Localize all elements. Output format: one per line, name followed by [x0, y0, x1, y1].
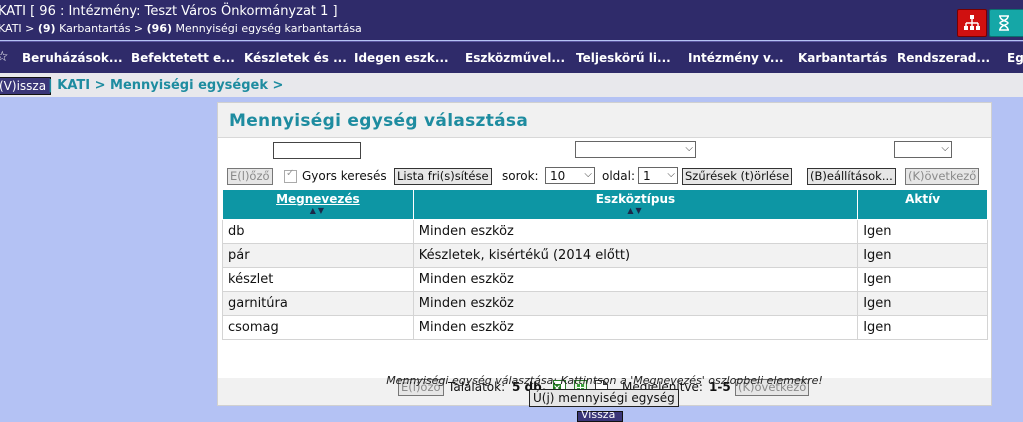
- chevron-down-icon: ⌵: [941, 143, 949, 154]
- active-filter-select[interactable]: ⌵: [894, 141, 952, 158]
- clear-filters-button[interactable]: Szűrések (t)örlése: [682, 168, 793, 185]
- column-header-name[interactable]: Megnevezés ▲▼: [222, 189, 414, 220]
- sitemap-button[interactable]: [957, 9, 987, 37]
- app-title: KATI [ 96 : Intézmény: Teszt Város Önkor…: [0, 4, 338, 19]
- column-header-type[interactable]: Eszköztípus ▲▼: [412, 189, 859, 220]
- cell-name[interactable]: db: [222, 219, 414, 244]
- quick-search-checkbox[interactable]: [284, 168, 297, 183]
- bottom-back-button[interactable]: Vissza: [577, 409, 623, 422]
- chevron-down-icon: ⌵: [667, 169, 675, 180]
- menu-item-rendszeradat[interactable]: Rendszerad...: [897, 51, 990, 65]
- cell-active: Igen: [857, 219, 988, 244]
- menu-item-keszletek[interactable]: Készletek és ...: [244, 51, 347, 65]
- table-row: készlet Minden eszköz Igen: [222, 267, 988, 292]
- cell-type: Készletek, kisértékű (2014 előtt): [412, 243, 859, 268]
- cell-active: Igen: [857, 267, 988, 292]
- sort-arrows-icon[interactable]: ▲▼: [224, 207, 412, 215]
- menu-item-idegen[interactable]: Idegen eszk...: [354, 51, 449, 65]
- cell-name[interactable]: csomag: [222, 315, 414, 340]
- sitemap-icon: [964, 15, 980, 30]
- name-filter-input[interactable]: [273, 142, 361, 159]
- cell-name[interactable]: készlet: [222, 267, 414, 292]
- hourglass-button[interactable]: [989, 9, 1023, 37]
- menu-item-teljeskoru[interactable]: Teljeskörű li...: [576, 51, 671, 65]
- rows-label: sorok:: [502, 169, 539, 183]
- menu-item-intezmeny[interactable]: Intézmény v...: [688, 51, 784, 65]
- quick-search-label: Gyors keresés: [302, 169, 387, 183]
- grid-toolbar: E(l)őző Gyors keresés Lista fri(s)sítése…: [218, 166, 991, 186]
- cell-name[interactable]: garnitúra: [222, 291, 414, 316]
- menu-item-karbantartas[interactable]: Karbantartás: [798, 51, 887, 65]
- app-header: KATI [ 96 : Intézmény: Teszt Város Önkor…: [0, 0, 1023, 40]
- cell-name[interactable]: pár: [222, 243, 414, 268]
- new-unit-button[interactable]: Ú(j) mennyiségi egység: [529, 389, 679, 407]
- table-row: csomag Minden eszköz Igen: [222, 315, 988, 340]
- menu-item-befektetett[interactable]: Befektetett e...: [131, 51, 235, 65]
- cell-type: Minden eszköz: [412, 291, 859, 316]
- type-filter-select[interactable]: ⌵: [575, 141, 696, 158]
- cell-type: Minden eszköz: [412, 315, 859, 340]
- cell-active: Igen: [857, 291, 988, 316]
- cell-type: Minden eszköz: [412, 267, 859, 292]
- page-label: oldal:: [602, 169, 636, 183]
- next-page-button[interactable]: (K)övetkező: [905, 168, 980, 185]
- main-menu: ☆ Beruházások... Befektetett e... Készle…: [0, 41, 1023, 73]
- selection-panel: Mennyiségi egység választása ⌵ ⌵ E(l)őző…: [217, 102, 992, 407]
- hourglass-icon: [999, 15, 1009, 31]
- chevron-down-icon: ⌵: [685, 143, 693, 154]
- page-title: Mennyiségi egység választása: [229, 111, 529, 131]
- rows-select[interactable]: 10 ⌵: [545, 167, 595, 184]
- cell-active: Igen: [857, 315, 988, 340]
- menu-item-eszkozmuvel[interactable]: Eszközművel...: [465, 51, 565, 65]
- table-row: db Minden eszköz Igen: [222, 219, 988, 244]
- menu-item-more[interactable]: Eg: [1007, 51, 1023, 65]
- table-row: garnitúra Minden eszköz Igen: [222, 291, 988, 316]
- table-row: pár Készletek, kisértékű (2014 előtt) Ig…: [222, 243, 988, 268]
- sort-arrows-icon[interactable]: ▲▼: [415, 207, 856, 215]
- units-table: Megnevezés ▲▼ Eszköztípus ▲▼ Aktív db Mind…: [222, 189, 988, 340]
- column-header-active: Aktív: [857, 189, 988, 220]
- header-path: KATI > (9) Karbantartás > (96) Mennyiség…: [0, 22, 362, 35]
- refresh-list-button[interactable]: Lista fri(s)sítése: [394, 168, 492, 185]
- menu-item-beruhazasok[interactable]: Beruházások...: [22, 51, 123, 65]
- grid-area: ⌵ ⌵ E(l)őző Gyors keresés Lista fri(s)sí…: [218, 137, 991, 396]
- back-button[interactable]: (V)issza: [0, 77, 52, 95]
- breadcrumb: (V)issza | KATI > Mennyiségi egységek >: [0, 73, 1023, 97]
- help-note: Mennyiségi egység választása: Kattintson…: [386, 374, 823, 387]
- star-icon[interactable]: ☆: [0, 49, 9, 65]
- cell-active: Igen: [857, 243, 988, 268]
- cell-type: Minden eszköz: [412, 219, 859, 244]
- breadcrumb-path[interactable]: | KATI > Mennyiségi egységek >: [48, 78, 283, 93]
- page-select[interactable]: 1 ⌵: [638, 167, 678, 184]
- prev-page-button[interactable]: E(l)őző: [227, 168, 273, 185]
- settings-button[interactable]: (B)eállítások...: [807, 168, 896, 185]
- chevron-down-icon: ⌵: [584, 169, 592, 180]
